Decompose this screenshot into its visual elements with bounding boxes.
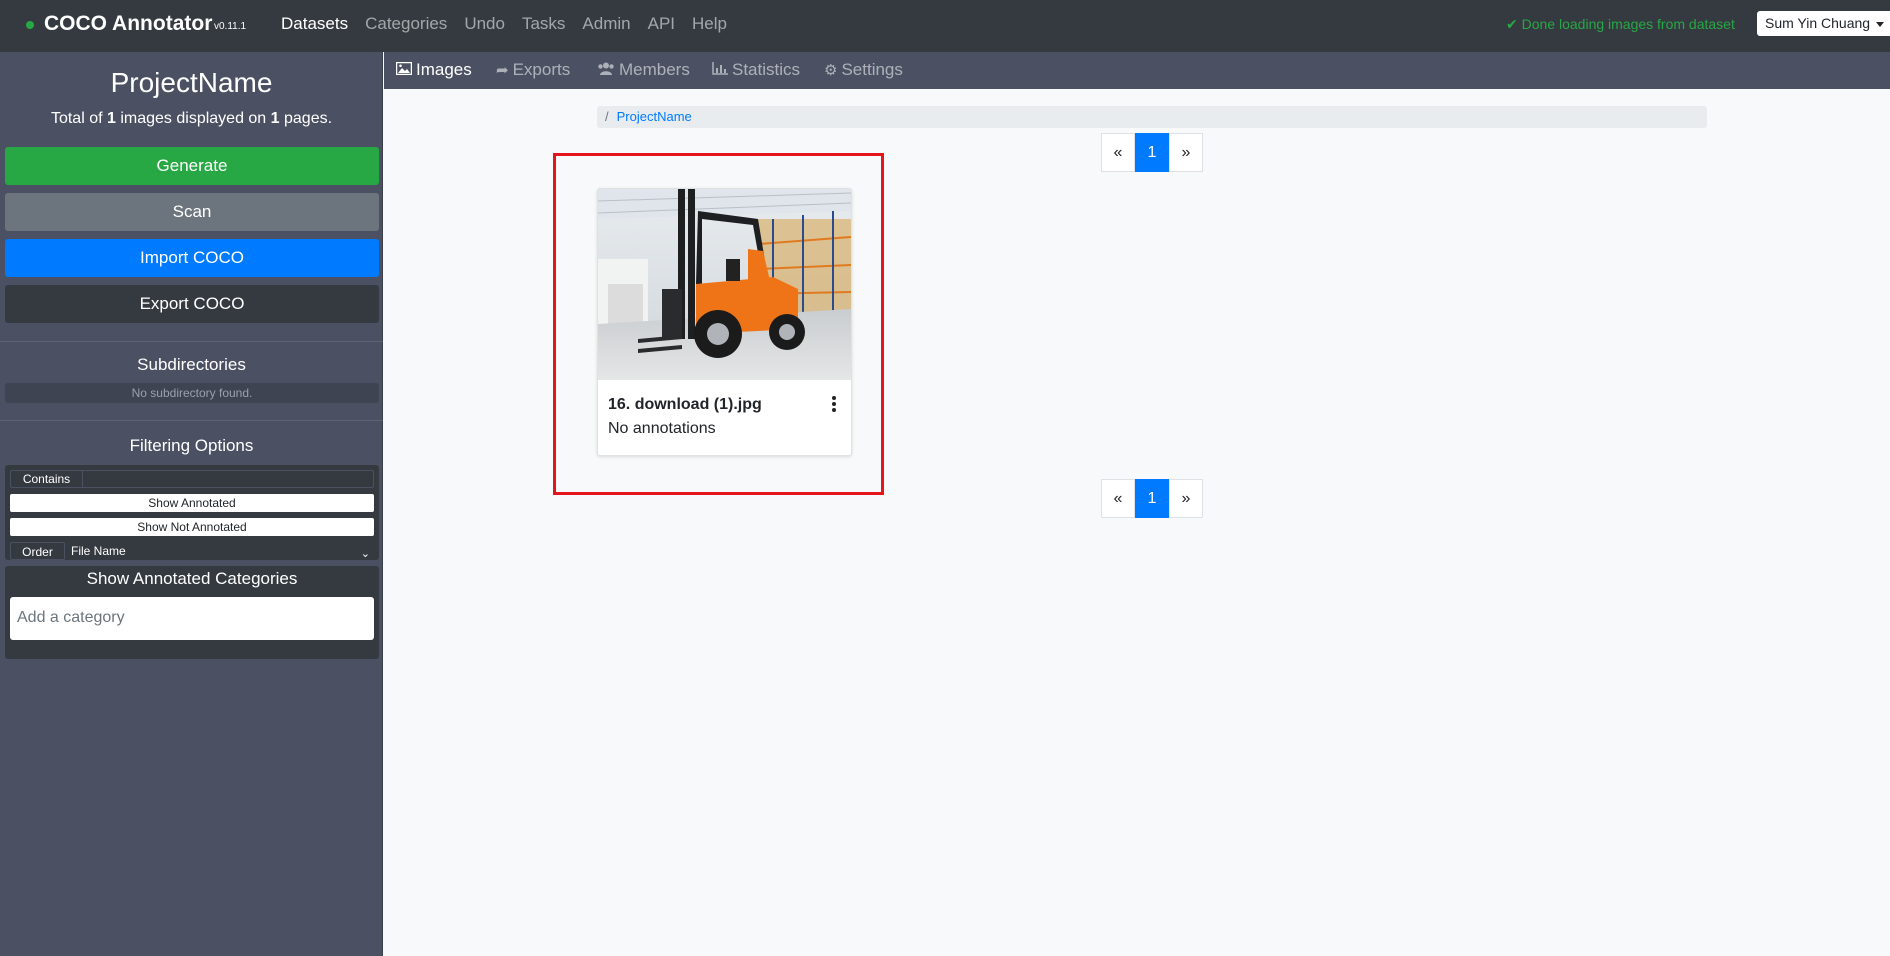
tab-images-label: Images [416, 60, 472, 79]
filter-panel: Contains Show Annotated Show Not Annotat… [5, 465, 379, 560]
top-navbar: COCO Annotator v0.11.1 Datasets Categori… [0, 0, 1890, 52]
status-dot-icon [26, 21, 34, 29]
share-icon: ➦ [496, 62, 509, 79]
pagination-prev[interactable]: « [1101, 479, 1135, 518]
breadcrumb-project-link[interactable]: ProjectName [617, 109, 692, 124]
tab-settings-label: Settings [841, 60, 903, 79]
tab-statistics[interactable]: Statistics [712, 60, 800, 80]
import-coco-button[interactable]: Import COCO [5, 239, 379, 277]
order-value: File Name [71, 544, 126, 558]
nav-link-undo[interactable]: Undo [464, 14, 505, 34]
pagination-page-1[interactable]: 1 [1135, 479, 1169, 518]
tab-images[interactable]: Images [395, 60, 472, 80]
caret-down-icon [1876, 21, 1885, 27]
dataset-tabs: Images ➦ Exports Members Statistics ⚙ Sett… [384, 52, 1890, 89]
tab-exports[interactable]: ➦ Exports [496, 60, 570, 80]
brand-version: v0.11.1 [214, 21, 247, 32]
chevron-down-icon: ⌄ [360, 548, 370, 560]
divider [0, 341, 383, 342]
pagination-page-1[interactable]: 1 [1135, 133, 1169, 172]
nav-link-datasets[interactable]: Datasets [281, 14, 348, 34]
pagination-prev[interactable]: « [1101, 133, 1135, 172]
tab-settings[interactable]: ⚙ Settings [824, 60, 903, 80]
more-options-icon[interactable] [829, 396, 839, 412]
contains-input[interactable] [84, 471, 374, 487]
image-filename[interactable]: 16. download (1).jpg [608, 396, 762, 414]
dataset-summary: Total of 1 images displayed on 1 pages. [0, 110, 383, 128]
bar-chart-icon [712, 62, 728, 79]
divider [0, 420, 383, 421]
user-name: Sum Yin Chuang [1765, 15, 1871, 31]
sidebar: ProjectName Total of 1 images displayed … [0, 52, 383, 956]
order-filter: Order File Name ⌄ [10, 542, 374, 560]
categories-heading: Show Annotated Categories [86, 569, 298, 588]
page-count: 1 [270, 110, 280, 127]
tab-members-label: Members [619, 60, 690, 79]
breadcrumb: / ProjectName [597, 106, 1707, 128]
nav-link-api[interactable]: API [648, 14, 675, 34]
pagination-bottom: « 1 » [1101, 479, 1203, 518]
user-dropdown-button[interactable]: Sum Yin Chuang [1757, 11, 1890, 36]
nav-links: Datasets Categories Undo Tasks Admin API… [281, 14, 744, 34]
pagination-next[interactable]: » [1169, 479, 1203, 518]
users-icon [597, 62, 615, 79]
export-coco-button[interactable]: Export COCO [5, 285, 379, 323]
summary-middle: images displayed on [115, 110, 271, 127]
tab-exports-label: Exports [512, 60, 571, 79]
order-select[interactable]: File Name ⌄ [67, 542, 374, 560]
generate-button[interactable]: Generate [5, 147, 379, 185]
contains-filter: Contains [10, 470, 374, 488]
image-thumbnail[interactable] [598, 189, 851, 380]
contains-label: Contains [11, 471, 83, 487]
image-count: 1 [106, 110, 116, 127]
show-annotated-button[interactable]: Show Annotated [10, 494, 374, 512]
subdirectories-empty: No subdirectory found. [5, 383, 379, 403]
brand-title[interactable]: COCO Annotator [44, 12, 212, 36]
order-label: Order [10, 542, 65, 560]
scan-button[interactable]: Scan [5, 193, 379, 231]
loading-status-text: Done loading images from dataset [1521, 16, 1735, 32]
tab-members[interactable]: Members [597, 60, 690, 80]
check-icon: ✔ [1506, 16, 1518, 32]
nav-link-admin[interactable]: Admin [582, 14, 630, 34]
filtering-heading: Filtering Options [129, 436, 254, 455]
pagination-next[interactable]: » [1169, 133, 1203, 172]
breadcrumb-separator: / [605, 109, 609, 124]
nav-link-tasks[interactable]: Tasks [522, 14, 565, 34]
show-not-annotated-button[interactable]: Show Not Annotated [10, 518, 374, 536]
tab-statistics-label: Statistics [732, 60, 801, 79]
subdirectories-heading: Subdirectories [137, 355, 246, 374]
summary-suffix: pages. [279, 110, 333, 127]
gear-icon: ⚙ [824, 62, 838, 79]
annotated-categories-panel: Show Annotated Categories Add a category [5, 566, 379, 659]
image-icon [395, 61, 413, 79]
annotation-status: No annotations [608, 420, 716, 437]
category-input[interactable]: Add a category [10, 597, 374, 640]
dataset-title: ProjectName [110, 67, 273, 98]
nav-link-help[interactable]: Help [692, 14, 727, 34]
pagination-top: « 1 » [1101, 133, 1203, 172]
summary-prefix: Total of [50, 110, 107, 127]
image-card[interactable]: 16. download (1).jpg No annotations [597, 188, 852, 456]
nav-link-categories[interactable]: Categories [365, 14, 447, 34]
loading-status: ✔ Done loading images from dataset [1506, 16, 1735, 33]
